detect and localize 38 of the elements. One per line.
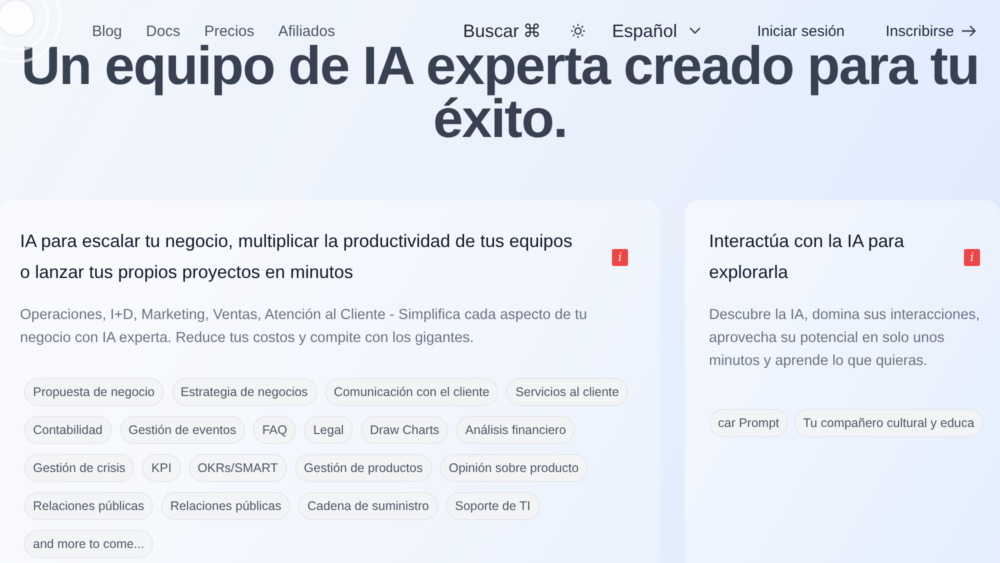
arrow-right-icon [962, 25, 976, 37]
tag-chip[interactable]: Servicios al cliente [506, 378, 628, 406]
tag-chip[interactable]: Gestión de crisis [24, 454, 134, 482]
tag-chip[interactable]: Cadena de suministro [298, 492, 438, 520]
nav-link[interactable]: Afiliados [278, 22, 335, 40]
signup-link[interactable]: Inscribirse [886, 22, 976, 40]
info-badge[interactable]: i [964, 248, 980, 266]
tag-chip[interactable]: Gestión de eventos [120, 416, 246, 444]
headline: Un equipo de IA experta creado para tu éxito. [20, 40, 980, 146]
tag-chip[interactable]: Contabilidad [24, 416, 112, 444]
tag-chip[interactable]: OKRs/SMART [188, 454, 287, 482]
tag-chip[interactable]: Opinión sobre producto [440, 454, 588, 482]
search-button[interactable]: Buscar ⌘ [463, 20, 542, 42]
nav-link[interactable]: Blog [92, 22, 122, 40]
tag-chip[interactable]: FAQ [253, 416, 296, 444]
tag-chip[interactable]: Propuesta de negocio [24, 378, 164, 406]
sun-icon[interactable] [571, 24, 586, 38]
card-description: Operaciones, I+D, Marketing, Ventas, Atención al Cliente - Simplifica cada aspecto de tu negocio con IA experta. Reduce tus costos y compite con los gigantes. [20, 306, 588, 348]
card-title: Interactúa con la IA para explorarla [709, 230, 906, 284]
tag-chip[interactable]: KPI [142, 454, 181, 482]
tag-chip[interactable]: Relaciones públicas [161, 492, 290, 520]
tag-chip[interactable]: Draw Charts [360, 416, 448, 444]
tag-chip[interactable]: Relaciones públicas [24, 492, 154, 520]
card-title: IA para escalar tu negocio, multiplicar la productividad de tus equipos o lanzar tus propios proyectos en minutos [20, 230, 574, 284]
info-badge[interactable]: i [612, 248, 628, 266]
card-description: Descubre la IA, domina sus interacciones, aprovecha su potencial en solo unos minutos y aprende lo que quieras. [709, 306, 980, 371]
tag-chip[interactable]: Legal [304, 416, 353, 444]
tag-chip[interactable]: and more to come... [24, 530, 154, 558]
nav-link[interactable]: Precios [204, 22, 254, 40]
tag-chip[interactable]: Comunicación con el cliente [324, 378, 498, 406]
tag-chip[interactable]: Análisis financiero [456, 416, 576, 444]
language-dropdown[interactable]: Español [612, 20, 702, 42]
tag-chip[interactable]: Gestión de productos [294, 454, 432, 482]
nav-link[interactable]: Docs [146, 22, 180, 40]
chevron-down-icon [689, 27, 702, 35]
login-link[interactable]: Iniciar sesión [757, 22, 845, 40]
tag-chip[interactable]: Soporte de TI [446, 492, 540, 520]
tag-chip[interactable]: Estrategia de negocios [172, 378, 317, 406]
